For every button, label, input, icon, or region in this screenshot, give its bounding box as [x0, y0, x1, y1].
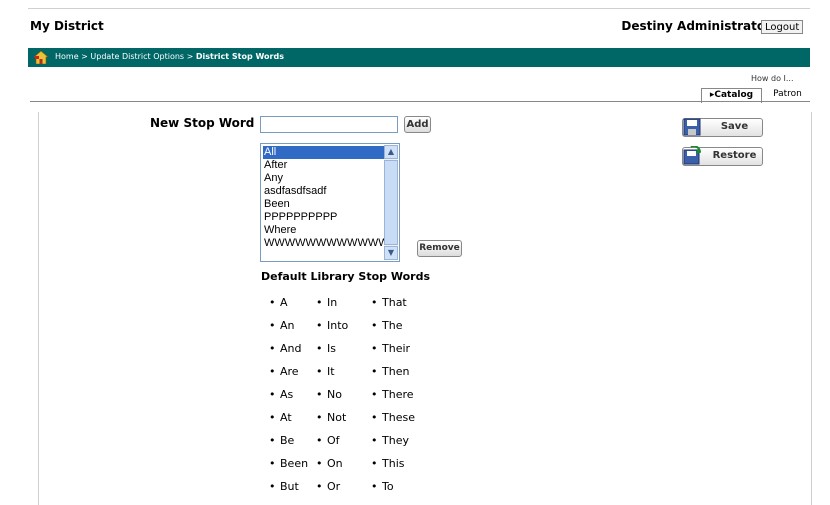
list-item: Be — [269, 429, 308, 452]
list-item: That — [371, 291, 415, 314]
list-item[interactable]: After — [261, 159, 399, 172]
list-item: Not — [316, 406, 348, 429]
list-item[interactable]: asdfasdfsadf — [261, 185, 399, 198]
list-item: Are — [269, 360, 308, 383]
new-stop-word-label: New Stop Word — [150, 116, 255, 130]
list-item[interactable]: All — [263, 146, 397, 159]
list-item: Then — [371, 360, 415, 383]
scroll-up-icon[interactable]: ▲ — [384, 145, 398, 159]
list-item: An — [269, 314, 308, 337]
default-stop-words-heading: Default Library Stop Words — [261, 270, 431, 283]
restore-label: Restore — [712, 150, 757, 161]
list-item: But — [269, 475, 308, 498]
list-scrollbar[interactable]: ▲ ▼ — [384, 145, 398, 260]
save-button[interactable]: Save — [682, 118, 763, 137]
save-label: Save — [720, 121, 749, 132]
list-item: In — [316, 291, 348, 314]
list-item[interactable]: Any — [261, 172, 399, 185]
user-name: Destiny Administrator — [621, 19, 771, 33]
content-panel — [38, 112, 812, 505]
list-item: Is — [316, 337, 348, 360]
restore-icon — [683, 146, 701, 165]
list-item: And — [269, 337, 308, 360]
logout-button[interactable]: Logout — [761, 20, 804, 34]
list-item[interactable]: WWWWWWWWWWWW — [261, 237, 399, 250]
default-words-column-1: A An And Are As At Be Been But — [269, 291, 308, 498]
breadcrumb-home[interactable]: Home — [55, 52, 79, 61]
default-words-column-3: That The Their Then There These They Thi… — [371, 291, 415, 498]
stop-word-list[interactable]: All After Any asdfasdfsadf Been PPPPPPPP… — [260, 143, 400, 262]
list-item: A — [269, 291, 308, 314]
list-item: Been — [269, 452, 308, 475]
list-item: There — [371, 383, 415, 406]
breadcrumb-bar: Home > Update District Options > Distric… — [28, 48, 810, 67]
remove-button[interactable]: Remove — [417, 240, 462, 257]
breadcrumb-current: District Stop Words — [195, 52, 284, 61]
restore-button[interactable]: Restore — [682, 146, 763, 166]
list-item[interactable]: PPPPPPPPPP — [261, 211, 399, 224]
tab-patron[interactable]: Patron — [765, 88, 810, 102]
list-item[interactable]: Been — [261, 198, 399, 211]
scroll-thumb[interactable] — [384, 160, 398, 245]
list-item: Their — [371, 337, 415, 360]
add-button[interactable]: Add — [404, 116, 431, 133]
save-icon — [683, 118, 701, 136]
list-item: The — [371, 314, 415, 337]
list-item: To — [371, 475, 415, 498]
breadcrumb: Home > Update District Options > Distric… — [55, 52, 284, 61]
list-item: These — [371, 406, 415, 429]
list-item: It — [316, 360, 348, 383]
default-words-column-2: In Into Is It No Not Of On Or — [316, 291, 348, 498]
help-link[interactable]: How do I... — [751, 74, 794, 83]
list-item: Of — [316, 429, 348, 452]
list-item: Into — [316, 314, 348, 337]
new-stop-word-input[interactable] — [260, 116, 398, 133]
list-item: Or — [316, 475, 348, 498]
list-item: As — [269, 383, 308, 406]
list-item: No — [316, 383, 348, 406]
list-item: At — [269, 406, 308, 429]
breadcrumb-separator: > — [184, 52, 196, 61]
breadcrumb-update-options[interactable]: Update District Options — [90, 52, 184, 61]
top-divider — [28, 8, 810, 9]
list-item: This — [371, 452, 415, 475]
list-item: On — [316, 452, 348, 475]
home-icon[interactable] — [34, 51, 48, 64]
page-title: My District — [30, 19, 104, 33]
list-item: They — [371, 429, 415, 452]
breadcrumb-separator: > — [78, 52, 91, 61]
scroll-down-icon[interactable]: ▼ — [384, 246, 398, 260]
list-item[interactable]: Where — [261, 224, 399, 237]
tabs-divider — [30, 101, 810, 102]
